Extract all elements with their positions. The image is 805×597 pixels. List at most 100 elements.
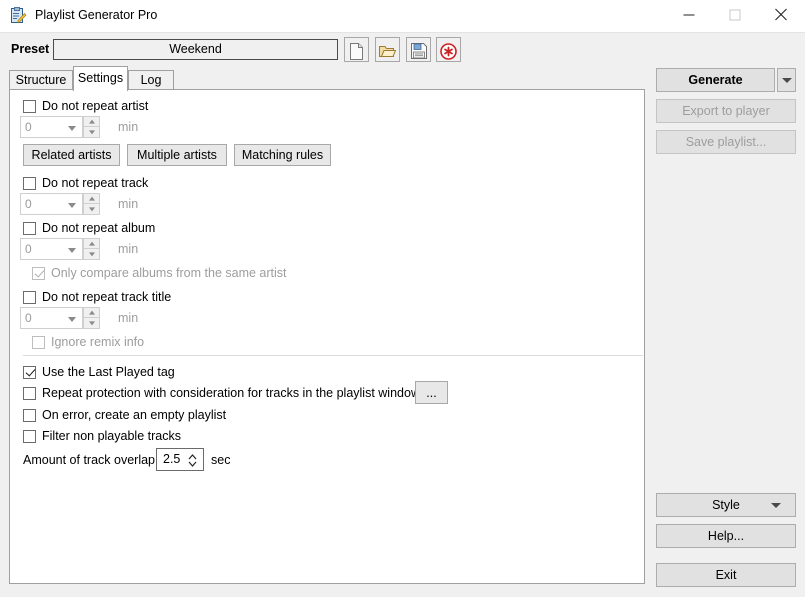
style-button-label: Style [712, 498, 740, 512]
close-icon [775, 8, 787, 23]
filter-non-playable-row[interactable]: Filter non playable tracks [23, 429, 181, 443]
caret-up-icon [88, 310, 95, 315]
track-title-interval-value: 0 [25, 311, 32, 325]
export-to-player-button[interactable]: Export to player [656, 99, 796, 123]
do-not-repeat-track-title-checkbox[interactable] [23, 290, 36, 304]
on-error-empty-playlist-row[interactable]: On error, create an empty playlist [23, 408, 226, 422]
do-not-repeat-track-title-row[interactable]: Do not repeat track title [23, 290, 171, 304]
help-button[interactable]: Help... [656, 524, 796, 548]
style-button[interactable]: Style [656, 493, 796, 517]
track-title-interval-spinner[interactable] [83, 307, 100, 329]
caret-down-icon [88, 321, 95, 326]
delete-preset-button[interactable] [436, 37, 461, 62]
do-not-repeat-artist-row[interactable]: Do not repeat artist [23, 99, 148, 113]
do-not-repeat-artist-checkbox[interactable] [23, 99, 36, 113]
generate-dropdown-button[interactable] [777, 68, 796, 92]
chevron-down-icon [68, 248, 76, 253]
multiple-artists-button[interactable]: Multiple artists [127, 144, 227, 166]
do-not-repeat-track-label: Do not repeat track [42, 176, 149, 190]
track-interval-value: 0 [25, 197, 32, 211]
open-folder-icon [376, 43, 399, 59]
track-overlap-unit: sec [211, 453, 231, 467]
repeat-protection-row[interactable]: Repeat protection with consideration for… [23, 386, 420, 400]
album-interval-spin-up[interactable] [83, 238, 100, 249]
title-bar: Playlist Generator Pro [0, 0, 805, 33]
ignore-remix-info-checkbox[interactable] [32, 335, 45, 349]
artist-interval-value: 0 [25, 120, 32, 134]
only-compare-albums-row[interactable]: Only compare albums from the same artist [32, 266, 287, 280]
use-last-played-tag-checkbox[interactable] [23, 365, 36, 379]
track-interval-spin-up[interactable] [83, 193, 100, 204]
tab-structure[interactable]: Structure [9, 70, 73, 90]
track-interval-spin-down[interactable] [83, 204, 100, 215]
use-last-played-tag-row[interactable]: Use the Last Played tag [23, 365, 175, 379]
chevron-down-icon [68, 126, 76, 131]
track-title-interval-combo[interactable]: 0 [20, 307, 83, 329]
do-not-repeat-album-label: Do not repeat album [42, 221, 156, 235]
chevron-down-icon [781, 78, 792, 83]
track-title-interval-unit: min [118, 311, 139, 325]
new-preset-button[interactable] [344, 37, 369, 62]
open-preset-button[interactable] [375, 37, 400, 62]
save-playlist-button[interactable]: Save playlist... [656, 130, 796, 154]
track-interval-combo[interactable]: 0 [20, 193, 83, 215]
caret-up-icon [88, 196, 95, 201]
do-not-repeat-track-title-label: Do not repeat track title [42, 290, 172, 304]
chevron-down-icon [68, 317, 76, 322]
track-interval-spinner[interactable] [83, 193, 100, 215]
artist-interval-spin-up[interactable] [83, 116, 100, 127]
caret-up-icon [88, 241, 95, 246]
caret-up-icon [88, 119, 95, 124]
exit-button[interactable]: Exit [656, 563, 796, 587]
save-preset-button[interactable] [406, 37, 431, 62]
artist-interval-spin-down[interactable] [83, 127, 100, 138]
artist-interval-unit: min [118, 120, 139, 134]
do-not-repeat-album-row[interactable]: Do not repeat album [23, 221, 155, 235]
only-compare-albums-checkbox[interactable] [32, 266, 45, 280]
generate-button[interactable]: Generate [656, 68, 775, 92]
filter-non-playable-checkbox[interactable] [23, 429, 36, 443]
do-not-repeat-track-checkbox[interactable] [23, 176, 36, 190]
related-artists-button[interactable]: Related artists [23, 144, 120, 166]
caret-down-icon [88, 252, 95, 257]
ignore-remix-info-label: Ignore remix info [51, 335, 145, 349]
repeat-protection-label: Repeat protection with consideration for… [42, 386, 420, 400]
minimize-button[interactable] [666, 0, 712, 31]
filter-non-playable-label: Filter non playable tracks [42, 429, 181, 443]
new-document-icon [345, 42, 368, 60]
settings-panel: Do not repeat artist 0 min Related artis… [9, 89, 645, 584]
do-not-repeat-track-row[interactable]: Do not repeat track [23, 176, 148, 190]
tab-settings[interactable]: Settings [73, 66, 128, 91]
stepper-updown-icon[interactable] [188, 453, 197, 468]
repeat-protection-checkbox[interactable] [23, 386, 36, 400]
preset-field[interactable]: Weekend [53, 39, 338, 60]
ignore-remix-info-row[interactable]: Ignore remix info [32, 335, 144, 349]
track-overlap-label: Amount of track overlap [23, 453, 156, 467]
artist-interval-combo[interactable]: 0 [20, 116, 83, 138]
caret-down-icon [88, 207, 95, 212]
window-title: Playlist Generator Pro [35, 8, 158, 22]
do-not-repeat-album-checkbox[interactable] [23, 221, 36, 235]
save-floppy-icon [407, 43, 430, 59]
on-error-empty-playlist-checkbox[interactable] [23, 408, 36, 422]
album-interval-unit: min [118, 242, 139, 256]
chevron-down-icon [68, 203, 76, 208]
use-last-played-tag-label: Use the Last Played tag [42, 365, 175, 379]
maximize-icon [729, 8, 741, 23]
track-title-interval-spin-down[interactable] [83, 318, 100, 329]
minimize-icon [683, 8, 695, 23]
artist-interval-spinner[interactable] [83, 116, 100, 138]
delete-red-circle-icon [437, 42, 460, 60]
album-interval-combo[interactable]: 0 [20, 238, 83, 260]
track-interval-unit: min [118, 197, 139, 211]
clipboard-pencil-icon [10, 7, 27, 24]
album-interval-spinner[interactable] [83, 238, 100, 260]
tab-log[interactable]: Log [128, 70, 174, 90]
repeat-protection-more-button[interactable]: ... [415, 381, 448, 404]
maximize-button[interactable] [712, 0, 758, 31]
track-title-interval-spin-up[interactable] [83, 307, 100, 318]
album-interval-spin-down[interactable] [83, 249, 100, 260]
matching-rules-button[interactable]: Matching rules [234, 144, 331, 166]
close-button[interactable] [758, 0, 804, 31]
track-overlap-stepper[interactable]: 2.5 [156, 448, 204, 471]
